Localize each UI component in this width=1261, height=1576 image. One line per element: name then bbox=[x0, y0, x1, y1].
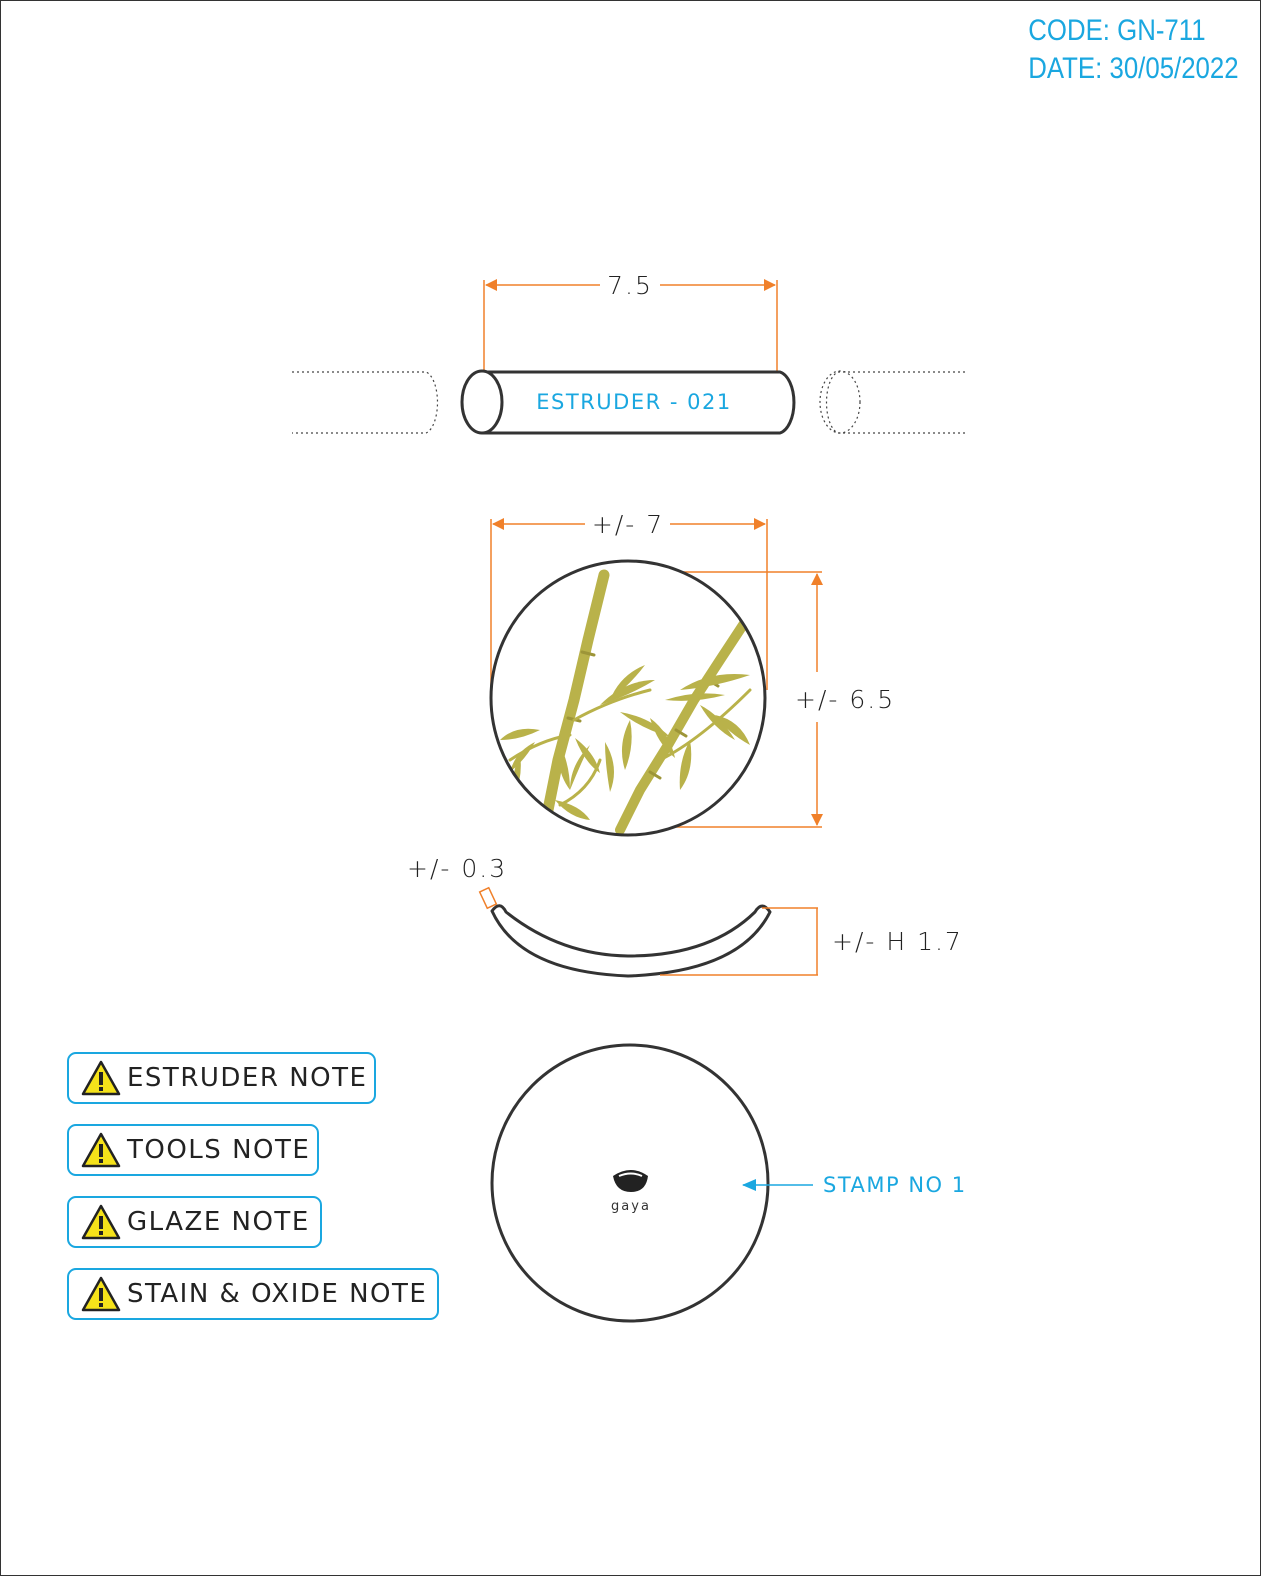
logo-text: gaya bbox=[611, 1199, 651, 1214]
extruder-ghost-left bbox=[292, 371, 439, 434]
note-tools[interactable]: TOOLS NOTE bbox=[67, 1124, 319, 1176]
note-label: STAIN & OXIDE NOTE bbox=[127, 1279, 428, 1309]
warning-icon bbox=[81, 1132, 121, 1168]
stamp-view-section: gaya STAMP NO 1 bbox=[490, 1043, 967, 1323]
side-view-section: +/- 0.3 +/- H 1.7 bbox=[407, 854, 963, 978]
technical-drawing: 7.5 ESTRUDER - 021 +/- 7 +/- 6.5 +/- 0.3… bbox=[292, 271, 967, 1323]
side-height-label: +/- H 1.7 bbox=[832, 927, 963, 956]
top-height-label: +/- 6.5 bbox=[795, 685, 895, 714]
top-view-section: +/- 7 +/- 6.5 bbox=[489, 510, 895, 837]
note-label: TOOLS NOTE bbox=[127, 1135, 311, 1165]
note-glaze[interactable]: GLAZE NOTE bbox=[67, 1196, 322, 1248]
stamp-label: STAMP NO 1 bbox=[823, 1173, 967, 1197]
extruder-name: ESTRUDER - 021 bbox=[536, 390, 731, 414]
extruder-length-label: 7.5 bbox=[607, 271, 653, 300]
warning-icon bbox=[81, 1060, 121, 1096]
note-label: GLAZE NOTE bbox=[127, 1207, 310, 1237]
note-estruder[interactable]: ESTRUDER NOTE bbox=[67, 1052, 376, 1104]
side-thickness-marker bbox=[478, 886, 498, 910]
side-thickness-label: +/- 0.3 bbox=[407, 854, 507, 883]
warning-icon bbox=[81, 1276, 121, 1312]
note-stain-oxide[interactable]: STAIN & OXIDE NOTE bbox=[67, 1268, 439, 1320]
extruder-section: 7.5 ESTRUDER - 021 bbox=[292, 271, 965, 435]
warning-icon bbox=[81, 1204, 121, 1240]
extruder-cylinder-end bbox=[460, 369, 504, 435]
top-width-label: +/- 7 bbox=[592, 510, 664, 539]
extruder-ghost-right bbox=[825, 371, 965, 434]
note-label: ESTRUDER NOTE bbox=[127, 1063, 368, 1093]
side-view-dish bbox=[490, 904, 772, 978]
